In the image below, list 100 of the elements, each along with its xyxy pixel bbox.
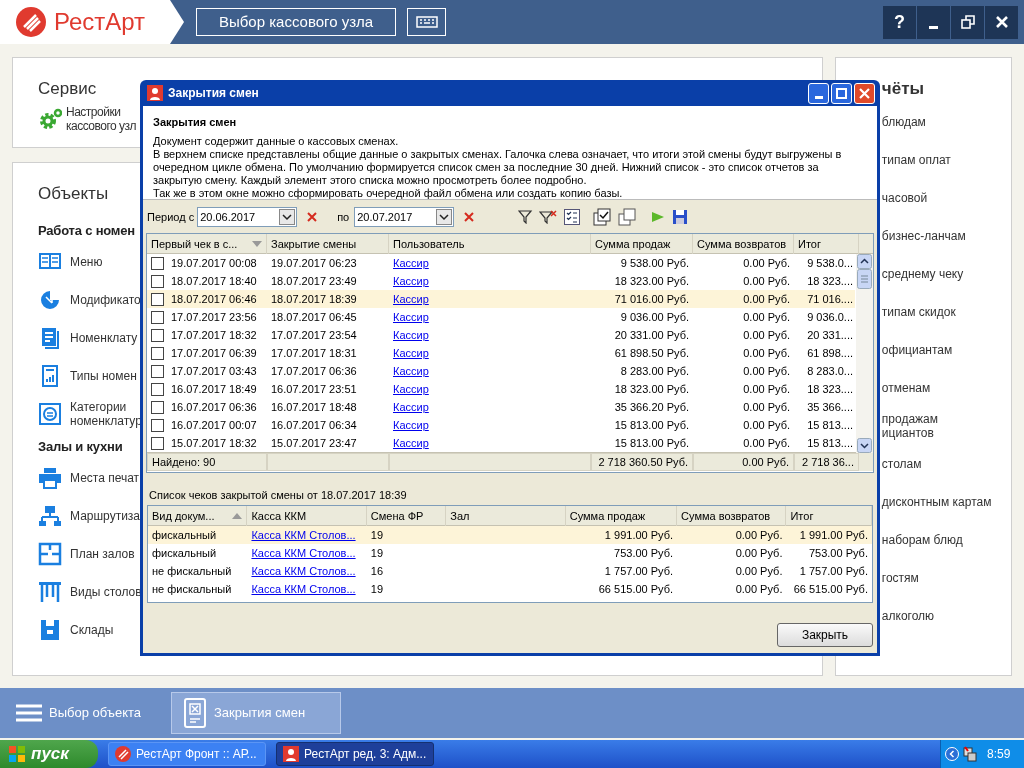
- table-cell-text: 15 813....: [807, 417, 853, 433]
- description-text: Так же в этом окне можно сформировать очередной файл обмена или создать копию базы.: [153, 186, 624, 200]
- table-cell-text: 0.00 Руб.: [743, 309, 790, 325]
- report-item[interactable]: дисконтным картам: [881, 495, 992, 509]
- register-link[interactable]: Касса ККМ Столов...: [251, 562, 356, 580]
- user-link[interactable]: Кассир: [393, 362, 429, 380]
- shift-row[interactable]: 16.07.2017 00:07 16.07.2017 06:34 Кассир 15 813.00 Руб. 0.00 Руб. 15 813....: [147, 416, 855, 434]
- table-cell-text: 18 323....: [807, 273, 853, 289]
- table-cell-text: 17.07.2017 23:54: [271, 327, 357, 343]
- report-item[interactable]: продажам ициантов: [881, 412, 939, 440]
- table-cell-text: 0.00 Руб.: [743, 435, 790, 451]
- report-item[interactable]: типам оплат: [881, 153, 951, 167]
- user-link[interactable]: Кассир: [393, 326, 429, 344]
- user-link[interactable]: Кассир: [393, 398, 429, 416]
- user-link[interactable]: Кассир: [393, 416, 429, 434]
- report-item[interactable]: столам: [881, 457, 922, 471]
- column-header[interactable]: Пользователь: [389, 234, 591, 254]
- report-item[interactable]: бизнес-ланчам: [881, 229, 966, 243]
- report-item[interactable]: официантам: [881, 343, 953, 357]
- user-link[interactable]: Кассир: [393, 272, 429, 290]
- taskbar-button[interactable]: РестАрт Фронт :: АР...: [108, 742, 266, 766]
- start-button[interactable]: пуск: [0, 740, 98, 768]
- table-cell-text: фискальный: [152, 545, 217, 561]
- shift-row[interactable]: 18.07.2017 06:46 18.07.2017 18:39 Кассир 71 016.00 Руб. 0.00 Руб. 71 016....: [147, 290, 855, 308]
- receipt-row[interactable]: фискальный Касса ККМ Столов... 19 1 991.00 Руб. 0.00 Руб. 1 991.00 Руб.: [148, 526, 872, 544]
- table-cell-text: 18 323.00 Руб.: [614, 273, 689, 289]
- date-field[interactable]: 20.06.2017: [197, 207, 298, 227]
- dialog-title: Закрытия смен: [168, 85, 259, 102]
- object-item[interactable]: Маршрутиза: [70, 508, 141, 523]
- report-item[interactable]: часовой: [881, 191, 928, 205]
- column-header[interactable]: Первый чек в с...: [147, 234, 267, 254]
- table-cell-text: 0.00 Руб.: [735, 545, 783, 561]
- object-item[interactable]: Места печат: [70, 470, 140, 485]
- table-cell-text: не фискальный: [152, 581, 232, 597]
- report-item[interactable]: алкоголю: [881, 609, 935, 623]
- settings-item[interactable]: Настройки кассового узл: [66, 104, 136, 133]
- taskbar-button[interactable]: РестАрт ред. 3: Адм...: [276, 742, 434, 766]
- column-header[interactable]: Сумма возвратов: [693, 234, 794, 254]
- register-link[interactable]: Касса ККМ Столов...: [251, 526, 356, 544]
- table-cell-text: 9 538.00 Руб.: [620, 255, 689, 271]
- table-cell-text: 18.07.2017 06:46: [171, 291, 257, 307]
- table-cell-text: 753.00 Руб.: [614, 545, 674, 561]
- column-header[interactable]: Сумма продаж: [591, 234, 693, 254]
- table-cell-text: 18 323....: [807, 381, 853, 397]
- user-link[interactable]: Кассир: [393, 254, 429, 272]
- table-cell-text: 1 991.00 Руб.: [604, 527, 674, 543]
- object-item[interactable]: Номенклату: [70, 330, 138, 345]
- object-item[interactable]: Категории номенклатур: [70, 399, 142, 428]
- table-cell-text: 19.07.2017 06:23: [271, 255, 357, 271]
- object-item[interactable]: Модификато: [70, 292, 141, 307]
- report-item[interactable]: отменам: [881, 381, 931, 395]
- table-cell-text: 18 323.00 Руб.: [614, 381, 689, 397]
- receipt-row[interactable]: не фискальный Касса ККМ Столов... 19 66 515.00 Руб. 0.00 Руб. 66 515.00 Руб.: [148, 580, 872, 598]
- shift-row[interactable]: 18.07.2017 18:40 18.07.2017 23:49 Кассир 18 323.00 Руб. 0.00 Руб. 18 323....: [147, 272, 855, 290]
- table-cell-text: 8 283.0...: [807, 363, 853, 379]
- report-item[interactable]: среднему чеку: [881, 267, 964, 281]
- help-button[interactable]: ?: [883, 5, 916, 39]
- object-item[interactable]: Типы номен: [70, 368, 137, 383]
- table-cell-text: 16: [370, 563, 384, 579]
- close-dialog-button[interactable]: Закрыть: [777, 623, 873, 647]
- shift-row[interactable]: 19.07.2017 00:08 19.07.2017 06:23 Кассир 9 538.00 Руб. 0.00 Руб. 9 538.0...: [147, 254, 855, 272]
- user-link[interactable]: Кассир: [393, 344, 429, 362]
- table-cell-text: 0.00 Руб.: [743, 363, 790, 379]
- section-title: чёты: [881, 78, 924, 100]
- table-cell-text: 20 331....: [807, 327, 853, 343]
- shift-row[interactable]: 17.07.2017 06:39 17.07.2017 18:31 Кассир 61 898.50 Руб. 0.00 Руб. 61 898....: [147, 344, 855, 362]
- table-cell-text: 61 898....: [807, 345, 853, 361]
- report-item[interactable]: блюдам: [881, 115, 926, 129]
- user-link[interactable]: Кассир: [393, 380, 429, 398]
- object-item[interactable]: Виды столов: [70, 584, 142, 599]
- receipt-row[interactable]: не фискальный Касса ККМ Столов... 16 1 757.00 Руб. 0.00 Руб. 1 757.00 Руб.: [148, 562, 872, 580]
- summary-cell: 0.00 Руб.: [693, 453, 794, 471]
- report-item[interactable]: типам скидок: [881, 305, 956, 319]
- table-cell-text: 15 813.00 Руб.: [614, 417, 689, 433]
- group-title: Работа с номен: [38, 221, 135, 240]
- table-cell-text: 0.00 Руб.: [743, 345, 790, 361]
- table-cell-text: 9 036.00 Руб.: [620, 309, 689, 325]
- column-header[interactable]: Закрытие смены: [267, 234, 389, 254]
- user-link[interactable]: Кассир: [393, 434, 429, 452]
- shift-row[interactable]: 17.07.2017 18:32 17.07.2017 23:54 Кассир 20 331.00 Руб. 0.00 Руб. 20 331....: [147, 326, 855, 344]
- date-field[interactable]: 20.07.2017: [354, 207, 455, 227]
- register-link[interactable]: Касса ККМ Столов...: [251, 580, 356, 598]
- report-item[interactable]: наборам блюд: [881, 533, 963, 547]
- object-item[interactable]: План залов: [70, 546, 135, 561]
- user-link[interactable]: Кассир: [393, 290, 429, 308]
- node-select-button[interactable]: Выбор кассового узла: [196, 8, 396, 36]
- description-heading: Закрытия смен: [153, 115, 238, 130]
- shift-row[interactable]: 15.07.2017 18:32 15.07.2017 23:47 Кассир 15 813.00 Руб. 0.00 Руб. 15 813....: [147, 434, 855, 452]
- table-cell-text: 9 036.0...: [807, 309, 853, 325]
- object-item[interactable]: Склады: [70, 622, 114, 637]
- shift-row[interactable]: 16.07.2017 18:49 16.07.2017 23:51 Кассир 18 323.00 Руб. 0.00 Руб. 18 323....: [147, 380, 855, 398]
- object-item[interactable]: Меню: [70, 254, 103, 269]
- shift-row[interactable]: 17.07.2017 03:43 17.07.2017 06:36 Кассир 8 283.00 Руб. 0.00 Руб. 8 283.0...: [147, 362, 855, 380]
- table-cell-text: 0.00 Руб.: [735, 527, 783, 543]
- report-item[interactable]: гостям: [881, 571, 919, 585]
- shift-row[interactable]: 17.07.2017 23:56 18.07.2017 06:45 Кассир 9 036.00 Руб. 0.00 Руб. 9 036.0...: [147, 308, 855, 326]
- user-link[interactable]: Кассир: [393, 308, 429, 326]
- register-link[interactable]: Касса ККМ Столов...: [251, 544, 356, 562]
- shift-row[interactable]: 16.07.2017 06:36 16.07.2017 18:48 Кассир 35 366.20 Руб. 0.00 Руб. 35 366....: [147, 398, 855, 416]
- receipt-row[interactable]: фискальный Касса ККМ Столов... 19 753.00 Руб. 0.00 Руб. 753.00 Руб.: [148, 544, 872, 562]
